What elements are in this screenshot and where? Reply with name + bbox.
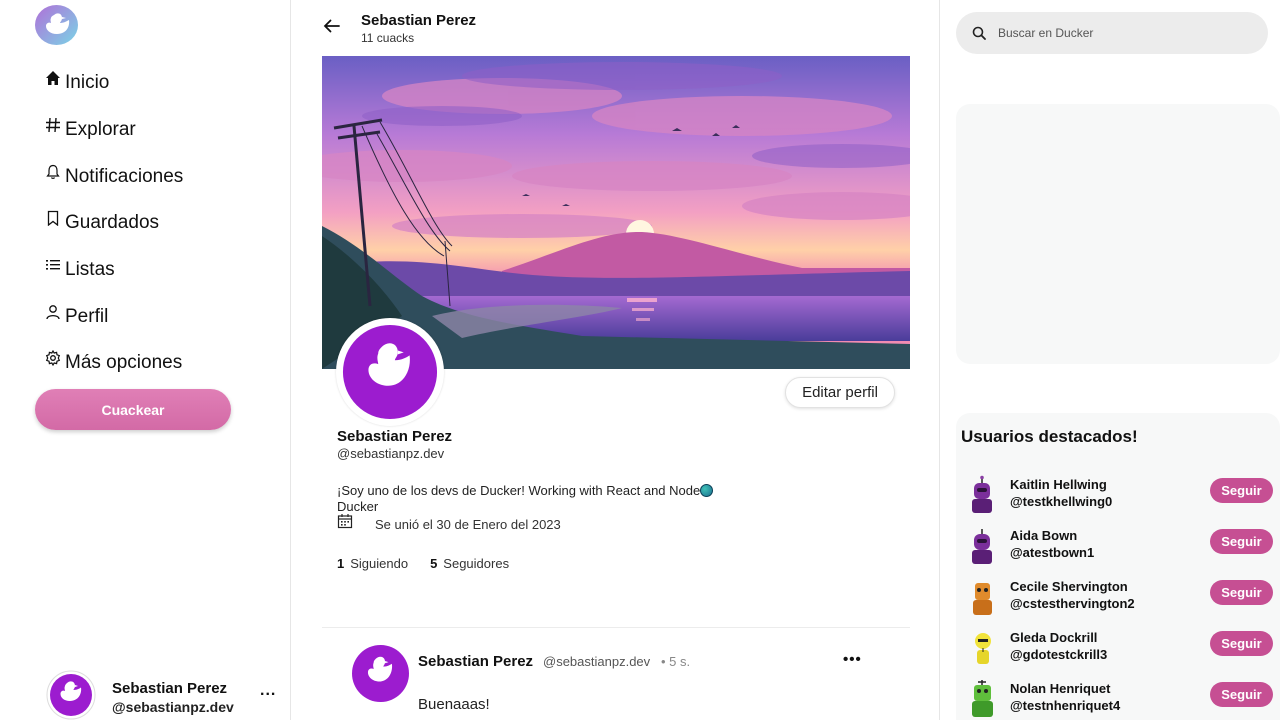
post-author-name[interactable]: Sebastian Perez bbox=[418, 653, 533, 670]
home-icon bbox=[44, 69, 62, 87]
profile-avatar[interactable] bbox=[336, 318, 444, 426]
search-bar[interactable] bbox=[956, 12, 1268, 54]
follow-button[interactable]: Seguir bbox=[1210, 580, 1273, 605]
list-item: Gleda Dockrill @gdotestckrill3 Seguir bbox=[956, 627, 1280, 677]
nav-item-listas[interactable]: Listas bbox=[44, 247, 183, 294]
nav-label: Listas bbox=[65, 259, 115, 281]
divider bbox=[322, 627, 910, 628]
account-name: Sebastian Perez bbox=[112, 680, 228, 697]
followers-count: 5 bbox=[430, 556, 438, 571]
list-icon bbox=[44, 256, 62, 274]
more-icon[interactable]: ... bbox=[260, 682, 276, 700]
follow-button[interactable]: Seguir bbox=[1210, 631, 1273, 656]
header-name: Sebastian Perez bbox=[361, 12, 477, 29]
joined-date: Se unió el 30 de Enero del 2023 bbox=[337, 514, 561, 532]
profile-name: Sebastian Perez bbox=[337, 428, 453, 445]
list-item: Aida Bown @atestbown1 Seguir bbox=[956, 525, 1280, 575]
nav-item-explorar[interactable]: Explorar bbox=[44, 107, 183, 154]
post-timestamp: • 5 s. bbox=[661, 654, 691, 669]
profile-handle: @sebastianpz.dev bbox=[337, 446, 445, 461]
follow-stats: 1 Siguiendo 5 Seguidores bbox=[337, 556, 509, 571]
search-input[interactable] bbox=[998, 26, 1248, 40]
following-link[interactable]: 1 Siguiendo bbox=[337, 556, 408, 571]
bookmark-icon bbox=[44, 209, 62, 227]
right-sidebar: Usuarios destacados! Kaitlin Hellwing @t… bbox=[941, 0, 1280, 720]
following-label: Siguiendo bbox=[350, 556, 409, 571]
list-item: Kaitlin Hellwing @testkhellwing0 Seguir bbox=[956, 474, 1280, 524]
user-name[interactable]: Gleda Dockrill bbox=[1010, 630, 1097, 645]
nav-item-guardados[interactable]: Guardados bbox=[44, 200, 183, 247]
duck-icon bbox=[45, 13, 69, 34]
nav-item-inicio[interactable]: Inicio bbox=[44, 60, 183, 107]
main-nav: Inicio Explorar Notificaciones Guardados… bbox=[44, 60, 183, 387]
nav-label: Más opciones bbox=[65, 352, 183, 374]
followers-label: Seguidores bbox=[443, 556, 510, 571]
featured-title: Usuarios destacados! bbox=[961, 427, 1138, 446]
follow-button[interactable]: Seguir bbox=[1210, 529, 1273, 554]
user-name[interactable]: Kaitlin Hellwing bbox=[1010, 477, 1107, 492]
nav-label: Perfil bbox=[65, 305, 109, 327]
globe-emoji-icon bbox=[700, 484, 714, 497]
back-arrow-icon[interactable] bbox=[322, 16, 342, 36]
nav-label: Notificaciones bbox=[65, 165, 184, 187]
robot-avatar[interactable] bbox=[968, 577, 1000, 617]
user-name[interactable]: Aida Bown bbox=[1010, 528, 1077, 543]
post-text: Buenaaas! bbox=[418, 696, 490, 713]
cuack-count: 11 cuacks bbox=[361, 31, 415, 45]
followers-link[interactable]: 5 Seguidores bbox=[430, 556, 509, 571]
nav-label: Explorar bbox=[65, 119, 136, 141]
nav-label: Guardados bbox=[65, 212, 160, 234]
post-avatar[interactable] bbox=[352, 645, 409, 702]
follow-button[interactable]: Seguir bbox=[1210, 478, 1273, 503]
user-handle: @testkhellwing0 bbox=[1010, 494, 1113, 509]
cuackear-button[interactable]: Cuackear bbox=[35, 389, 231, 430]
gear-icon bbox=[44, 349, 62, 367]
post-more-icon[interactable]: ••• bbox=[843, 651, 862, 668]
profile-bio: ¡Soy uno de los devs de Ducker! Working … bbox=[337, 483, 737, 515]
avatar bbox=[46, 670, 96, 720]
following-count: 1 bbox=[337, 556, 345, 571]
robot-avatar[interactable] bbox=[968, 475, 1000, 515]
joined-text: Se unió el 30 de Enero del 2023 bbox=[375, 516, 561, 532]
bio-line-2: Ducker bbox=[337, 499, 379, 514]
user-handle: @atestbown1 bbox=[1010, 545, 1095, 560]
hashtag-icon bbox=[44, 116, 62, 134]
list-item: Nolan Henriquet @testnhenriquet4 Seguir bbox=[956, 678, 1280, 720]
user-name[interactable]: Nolan Henriquet bbox=[1010, 681, 1110, 696]
bell-icon bbox=[44, 163, 62, 181]
bio-line-1: ¡Soy uno de los devs de Ducker! Working … bbox=[337, 483, 701, 498]
search-icon bbox=[972, 26, 986, 40]
robot-avatar[interactable] bbox=[968, 679, 1000, 719]
edit-profile-button[interactable]: Editar perfil bbox=[785, 377, 895, 408]
empty-card bbox=[956, 104, 1280, 364]
left-sidebar: Inicio Explorar Notificaciones Guardados… bbox=[0, 0, 291, 720]
robot-avatar[interactable] bbox=[968, 526, 1000, 566]
robot-avatar[interactable] bbox=[968, 628, 1000, 668]
calendar-icon bbox=[337, 514, 353, 529]
user-handle: @testnhenriquet4 bbox=[1010, 698, 1121, 713]
featured-users-panel: Usuarios destacados! Kaitlin Hellwing @t… bbox=[956, 413, 1280, 720]
account-handle: @sebastianpz.dev bbox=[112, 699, 234, 715]
duck-logo[interactable] bbox=[35, 5, 78, 45]
nav-item-perfil[interactable]: Perfil bbox=[44, 293, 183, 340]
list-item: Cecile Shervington @cstesthervington2 Se… bbox=[956, 576, 1280, 626]
duck-avatar-icon bbox=[342, 324, 438, 420]
post-author-handle: @sebastianpz.dev bbox=[543, 654, 651, 669]
profile-column: Sebastian Perez 11 cuacks Editar perfil … bbox=[292, 0, 940, 720]
follow-button[interactable]: Seguir bbox=[1210, 682, 1273, 707]
user-handle: @gdotestckrill3 bbox=[1010, 647, 1108, 662]
user-name[interactable]: Cecile Shervington bbox=[1010, 579, 1128, 594]
nav-label: Inicio bbox=[65, 72, 110, 94]
person-icon bbox=[44, 303, 62, 321]
account-switcher[interactable]: Sebastian Perez @sebastianpz.dev ... bbox=[46, 670, 286, 720]
nav-item-mas-opciones[interactable]: Más opciones bbox=[44, 340, 183, 387]
nav-item-notificaciones[interactable]: Notificaciones bbox=[44, 153, 183, 200]
user-handle: @cstesthervington2 bbox=[1010, 596, 1135, 611]
